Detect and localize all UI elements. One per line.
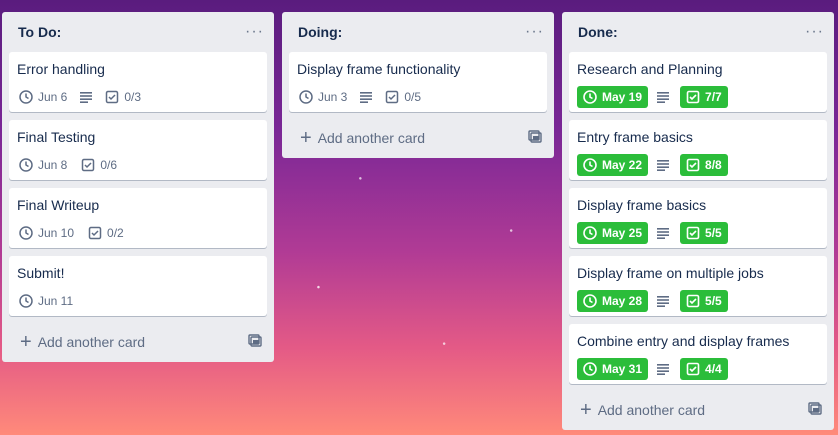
description-icon	[656, 155, 670, 175]
checklist-icon	[386, 90, 399, 104]
clock-icon	[19, 90, 33, 104]
description-icon	[656, 87, 670, 107]
description-icon	[79, 87, 93, 107]
checklist-badge: 0/6	[79, 155, 119, 175]
due-date-badge: Jun 8	[17, 155, 69, 175]
card-title: Display frame on multiple jobs	[577, 265, 764, 281]
plus-icon: +	[580, 399, 592, 421]
card-title: Combine entry and display frames	[577, 333, 790, 349]
card-done[interactable]: Combine entry and display frames May 31 …	[569, 324, 827, 384]
card-final-testing[interactable]: Final Testing Jun 8 0/6	[9, 120, 267, 180]
add-card-button[interactable]: + Add another card	[20, 332, 145, 352]
add-card-row: + Add another card	[282, 120, 554, 156]
checklist-complete-badge: 4/4	[680, 358, 728, 380]
card-final-writeup[interactable]: Final Writeup Jun 10 0/2	[9, 188, 267, 248]
card-title: Display frame basics	[577, 197, 707, 213]
card-done[interactable]: Display frame basics May 25 5/5	[569, 188, 827, 248]
due-date-complete-badge: May 31	[577, 358, 649, 380]
checklist-icon	[686, 362, 700, 376]
list-menu-icon[interactable]: ···	[245, 24, 264, 40]
checklist-icon	[686, 90, 700, 104]
card-title: Final Testing	[17, 129, 96, 145]
clock-icon	[299, 90, 313, 104]
list-header: Done: ···	[562, 12, 834, 52]
checklist-complete-badge: 5/5	[680, 290, 728, 312]
description-icon	[656, 291, 670, 311]
description-icon	[656, 223, 670, 243]
checklist-icon	[88, 226, 102, 240]
due-date-complete-badge: May 28	[577, 290, 649, 312]
card-title: Entry frame basics	[577, 129, 693, 145]
due-date-complete-badge: May 25	[577, 222, 649, 244]
card-title: Error handling	[17, 61, 105, 77]
clock-icon	[583, 294, 597, 308]
card-template-icon[interactable]	[248, 333, 262, 351]
list-done: Done: ··· Research and Planning May 19 7…	[562, 12, 834, 430]
clock-icon	[19, 226, 33, 240]
card-done[interactable]: Research and Planning May 19 7/7	[569, 52, 827, 112]
plus-icon: +	[300, 127, 312, 149]
list-title: To Do:	[18, 24, 62, 40]
checklist-icon	[686, 226, 700, 240]
card-display-frame-functionality[interactable]: Display frame functionality Jun 3 0/5	[289, 52, 547, 112]
checklist-icon	[82, 158, 95, 172]
clock-icon	[583, 158, 597, 172]
list-title: Done:	[578, 24, 618, 40]
due-date-badge: Jun 3	[297, 87, 349, 107]
clock-icon	[583, 362, 597, 376]
card-done[interactable]: Entry frame basics May 22 8/8	[569, 120, 827, 180]
due-date-badge: Jun 11	[17, 291, 75, 311]
add-card-button[interactable]: + Add another card	[580, 400, 705, 420]
checklist-complete-badge: 5/5	[680, 222, 728, 244]
checklist-badge: 0/2	[86, 223, 126, 243]
card-title: Display frame functionality	[297, 61, 461, 77]
list-title: Doing:	[298, 24, 343, 40]
due-date-badge: Jun 6	[17, 87, 69, 107]
clock-icon	[583, 226, 597, 240]
list-header: Doing: ···	[282, 12, 554, 52]
due-date-complete-badge: May 19	[577, 86, 649, 108]
card-error-handling[interactable]: Error handling Jun 6 0/3	[9, 52, 267, 112]
plus-icon: +	[20, 331, 32, 353]
add-card-row: + Add another card	[2, 324, 274, 360]
due-date-complete-badge: May 22	[577, 154, 649, 176]
checklist-badge: 0/3	[103, 87, 143, 107]
list-header: To Do: ···	[2, 12, 274, 52]
card-title: Submit!	[17, 265, 65, 281]
add-card-button[interactable]: + Add another card	[300, 128, 425, 148]
clock-icon	[19, 158, 33, 172]
checklist-complete-badge: 8/8	[680, 154, 728, 176]
list-menu-icon[interactable]: ···	[525, 24, 544, 40]
checklist-icon	[106, 90, 119, 104]
description-icon	[359, 87, 373, 107]
checklist-complete-badge: 7/7	[680, 86, 728, 108]
checklist-icon	[686, 294, 700, 308]
clock-icon	[19, 294, 33, 308]
add-card-row: + Add another card	[562, 392, 834, 428]
card-done[interactable]: Display frame on multiple jobs May 28 5/…	[569, 256, 827, 316]
card-template-icon[interactable]	[808, 401, 822, 419]
due-date-badge: Jun 10	[17, 223, 76, 243]
list-doing: Doing: ··· Display frame functionality J…	[282, 12, 554, 158]
clock-icon	[583, 90, 597, 104]
checklist-icon	[686, 158, 700, 172]
list-menu-icon[interactable]: ···	[805, 24, 824, 40]
card-submit[interactable]: Submit! Jun 11	[9, 256, 267, 316]
description-icon	[656, 359, 670, 379]
list-todo: To Do: ··· Error handling Jun 6 0/3 Fina…	[2, 12, 274, 362]
checklist-badge: 0/5	[383, 87, 423, 107]
card-template-icon[interactable]	[528, 129, 542, 147]
card-title: Research and Planning	[577, 61, 723, 77]
card-title: Final Writeup	[17, 197, 100, 213]
